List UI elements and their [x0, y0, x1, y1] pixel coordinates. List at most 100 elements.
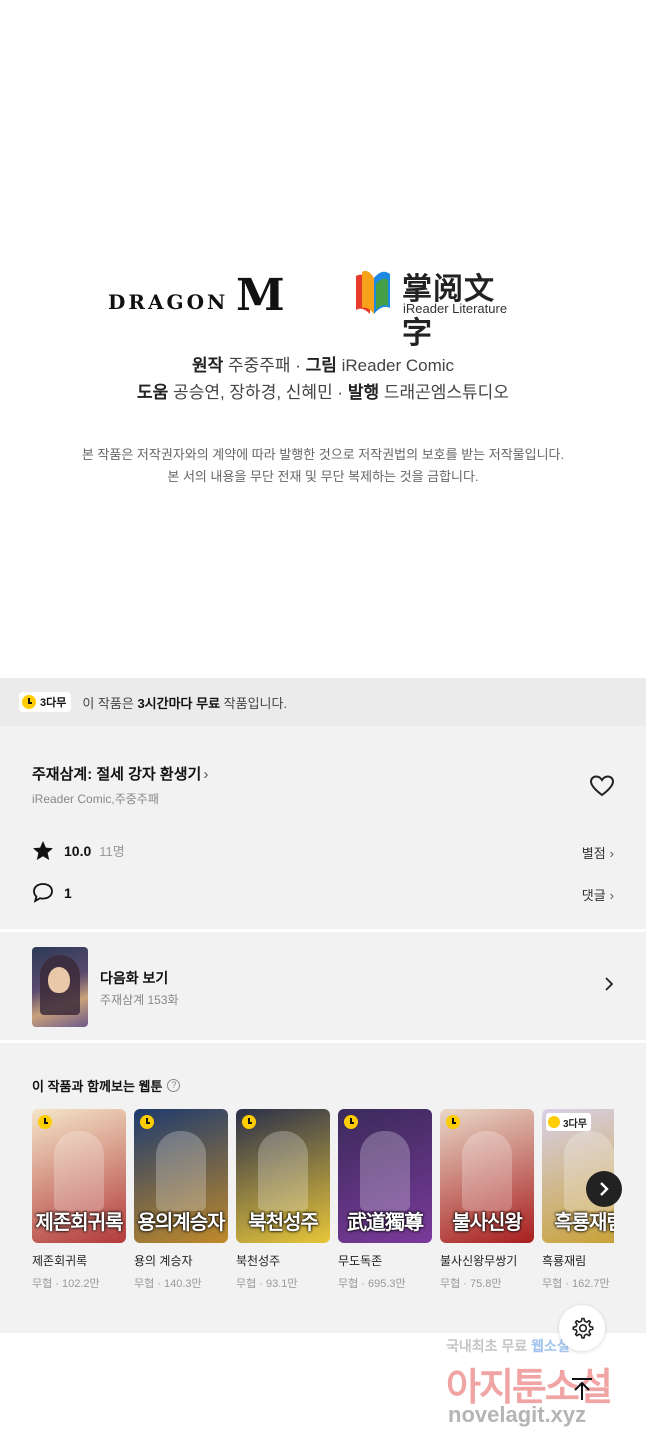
watermark: 국내최초 무료 웹소설 아지툰소설 novelagit.xyz	[440, 1336, 630, 1431]
credit-value-assist: 공승연, 장하경, 신혜민 ·	[168, 383, 348, 402]
scroll-to-top-icon[interactable]	[566, 1372, 598, 1404]
free-notice-bold: 3시간마다 무료	[137, 695, 221, 711]
recommendation-title: 용의 계승자	[134, 1254, 193, 1268]
free-notice-text: 이 작품은 3시간마다 무료 작품입니다.	[82, 693, 287, 712]
recommendation-meta: 무협 · 93.1만	[236, 1278, 298, 1290]
cover-logo-text: 불사신왕	[452, 1212, 523, 1234]
recommendation-meta: 무협 · 140.3만	[134, 1278, 202, 1290]
series-title-link[interactable]: 주재삼계: 절세 강자 환생기 ›	[32, 763, 208, 784]
recommendations-section: 이 작품과 함께보는 웹툰 ? 제존회귀록 제존회귀록 무협 · 102.2만 용의계…	[0, 1043, 646, 1333]
comment-row: 1	[32, 882, 72, 903]
free-notice-pre: 이 작품은	[82, 695, 138, 711]
recommendation-meta: 무협 · 162.7만	[542, 1278, 610, 1290]
recommendation-meta: 무협 · 102.2만	[32, 1278, 100, 1290]
clock-icon	[22, 695, 36, 709]
credit-value-original: 주중주패 ·	[223, 356, 306, 375]
recommendation-meta: 무협 · 695.3만	[338, 1278, 406, 1290]
dragon-logo-m: M	[236, 270, 285, 321]
carousel-next-button[interactable]	[586, 1171, 622, 1207]
cover-figure	[462, 1131, 512, 1211]
clock-icon	[38, 1115, 52, 1129]
recommendation-title: 불사신왕무쌍기	[440, 1254, 518, 1268]
copyright-line-1: 본 작품은 저작권자와의 계약에 따라 발행한 것으로 저작권법의 보호를 받는…	[81, 447, 565, 462]
next-episode-row[interactable]: 다음화 보기 주재삼계 153화	[0, 932, 646, 1040]
clock-icon	[548, 1116, 560, 1128]
recommendation-carousel: 제존회귀록 제존회귀록 무협 · 102.2만 용의계승자 용의 계승자 무협 · 140…	[32, 1109, 614, 1309]
chevron-right-icon: ›	[609, 888, 614, 903]
clock-icon	[446, 1115, 460, 1129]
credit-label-art: 그림	[305, 356, 337, 375]
credit-line-2: 도움 공승연, 장하경, 신혜민 · 발행 드래곤엠스튜디오	[0, 378, 646, 403]
ireader-literature-logo: 掌阅文字 iReader Literature	[352, 262, 522, 350]
cover-figure	[360, 1131, 410, 1211]
copyright-notice: 본 작품은 저작권자와의 계약에 따라 발행한 것으로 저작권법의 보호를 받는…	[0, 444, 646, 488]
chevron-right-icon: ›	[203, 766, 209, 783]
recommendation-cover: 용의계승자	[134, 1109, 228, 1243]
credit-line-1: 원작 주중주패 · 그림 iReader Comic	[0, 351, 646, 376]
recommendation-title: 흑룡재림	[542, 1254, 587, 1268]
recommendation-title: 제존회귀록	[32, 1254, 88, 1268]
chevron-right-icon: ›	[609, 846, 614, 861]
wait-free-badge-label: 3다무	[40, 697, 67, 709]
clock-icon	[242, 1115, 256, 1129]
recommendation-meta: 무협 · 75.8만	[440, 1278, 502, 1290]
ireader-book-icon	[356, 270, 390, 314]
series-title: 주재삼계: 절세 강자 환생기	[32, 766, 202, 783]
recommendation-card[interactable]: 武道獨尊 무도독존무협 · 695.3만	[338, 1109, 432, 1291]
chevron-right-icon	[605, 977, 614, 991]
recommendation-cover: 불사신왕	[440, 1109, 534, 1243]
watermark-line-1: 국내최초 무료 웹소설	[446, 1336, 570, 1356]
wait-free-badge-label: 3다무	[563, 1118, 587, 1130]
recommendation-title: 북천성주	[236, 1254, 281, 1268]
heart-icon[interactable]	[589, 774, 615, 798]
comment-count: 1	[64, 884, 72, 901]
rating-row: 10.0 11명	[32, 840, 125, 861]
next-episode-thumbnail	[32, 947, 88, 1027]
cover-figure	[156, 1131, 206, 1211]
copyright-line-2: 본 서의 내용을 무단 전재 및 무단 복제하는 것을 금합니다.	[167, 469, 479, 484]
publisher-logos: DRAGON M 掌阅文字 iReader Literature	[0, 262, 646, 350]
cover-logo-text: 흑룡재림	[554, 1212, 614, 1234]
next-episode-title: 다음화 보기	[100, 970, 169, 986]
cover-logo-text: 제존회귀록	[35, 1212, 124, 1234]
rating-score: 10.0	[64, 842, 92, 859]
watermark-line-1a: 국내최초 무료	[446, 1338, 532, 1354]
cover-logo-text: 武道獨尊	[347, 1212, 424, 1234]
dragon-m-logo: DRAGON M	[108, 268, 298, 321]
credit-value-publisher: 드래곤엠스튜디오	[379, 383, 509, 402]
recommendation-title: 무도독존	[338, 1254, 383, 1268]
credit-label-assist: 도움	[137, 383, 169, 402]
comment-bubble-icon	[33, 883, 53, 903]
help-icon[interactable]: ?	[167, 1079, 181, 1092]
recommendation-card[interactable]: 북천성주 북천성주 무협 · 93.1만	[236, 1109, 330, 1291]
recommendation-card[interactable]: 용의계승자용의 계승자무협 · 140.3만	[134, 1109, 228, 1291]
wait-free-badge: 3다무	[19, 692, 72, 712]
dragon-logo-text: DRAGON	[108, 290, 229, 314]
cover-figure	[54, 1131, 104, 1211]
gear-icon	[572, 1317, 594, 1339]
viewer-settings-button[interactable]	[559, 1305, 605, 1351]
clock-icon	[344, 1115, 358, 1129]
credit-label-original: 원작	[191, 356, 224, 375]
series-author: iReader Comic,주중주패	[32, 792, 159, 806]
free-notice-post: 작품입니다.	[220, 695, 288, 711]
recommendation-cover: 武道獨尊	[338, 1109, 432, 1243]
free-every-3h-bar: 3다무 이 작품은 3시간마다 무료 작품입니다.	[0, 678, 646, 726]
rating-count: 11명	[99, 844, 125, 859]
recommendation-card[interactable]: 제존회귀록 제존회귀록 무협 · 102.2만	[32, 1109, 126, 1291]
recommendation-cover: 북천성주	[236, 1109, 330, 1243]
credit-value-art: iReader Comic	[336, 356, 455, 375]
recommendations-title-text: 이 작품과 함께보는 웹툰	[32, 1079, 163, 1094]
watermark-line-3: novelagit.xyz	[448, 1402, 587, 1427]
chevron-right-icon	[600, 1182, 609, 1196]
wait-free-badge: 3다무	[546, 1113, 591, 1131]
recommendation-cover: 제존회귀록	[32, 1109, 126, 1243]
comment-link-label: 댓글	[581, 888, 606, 903]
credits-section: DRAGON M 掌阅文字 iReader Literature 원작 주중주패…	[0, 0, 646, 678]
recommendation-card[interactable]: 불사신왕불사신왕무쌍기무협 · 75.8만	[440, 1109, 534, 1291]
rating-link[interactable]: 별점 ›	[582, 843, 614, 862]
cover-figure	[258, 1131, 308, 1211]
comment-link[interactable]: 댓글 ›	[582, 885, 614, 904]
next-episode-subtitle: 주재삼계 153화	[100, 993, 179, 1007]
thumbnail-face	[48, 967, 70, 993]
